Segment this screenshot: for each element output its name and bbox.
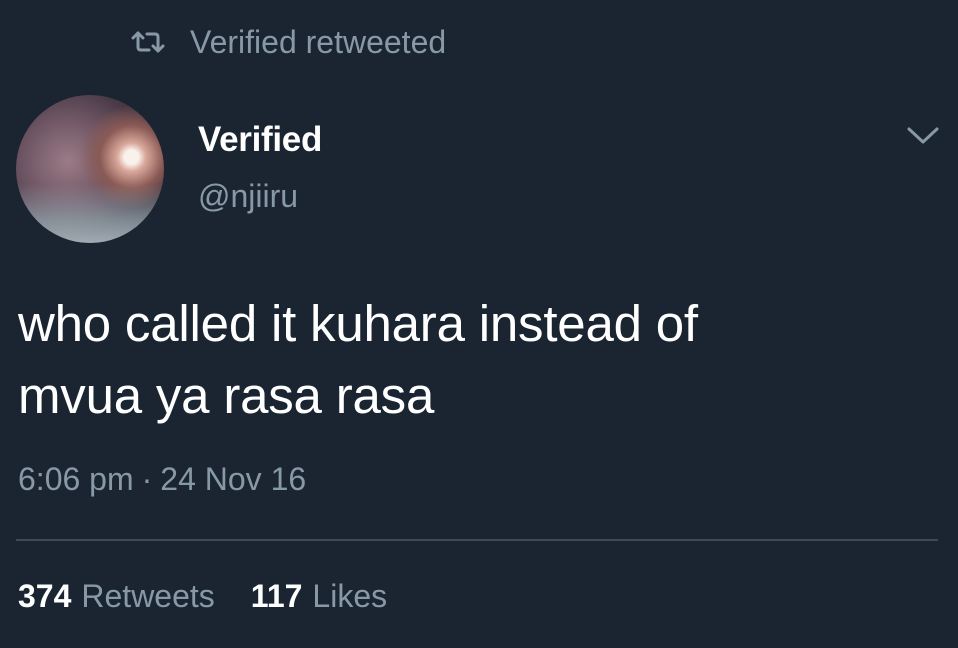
likes-label: Likes [312, 578, 388, 614]
tweet-text-line-1: who called it kuhara instead of [18, 295, 698, 352]
tweet-text: who called it kuhara instead of mvua ya … [18, 288, 938, 432]
meta-separator: · [141, 461, 153, 497]
likes-stat[interactable]: 117 Likes [251, 578, 387, 615]
tweet-time: 6:06 pm [18, 461, 134, 497]
divider [16, 539, 938, 541]
retweet-context[interactable]: Verified retweeted [130, 22, 446, 62]
likes-count: 117 [250, 578, 303, 614]
retweet-icon [130, 29, 166, 55]
retweet-context-label: Verified retweeted [190, 23, 447, 60]
chevron-down-icon[interactable] [905, 122, 941, 148]
user-handle[interactable]: @njiiru [198, 178, 298, 215]
retweets-stat[interactable]: 374 Retweets [18, 578, 215, 615]
tweet-date: 24 Nov 16 [160, 461, 307, 497]
tweet-text-line-2: mvua ya rasa rasa [18, 367, 435, 424]
tweet-timestamp[interactable]: 6:06 pm · 24 Nov 16 [18, 461, 306, 498]
retweets-count: 374 [18, 578, 72, 614]
retweets-label: Retweets [81, 578, 215, 614]
avatar[interactable] [16, 95, 164, 243]
avatar-shade [16, 183, 164, 243]
display-name[interactable]: Verified [198, 120, 322, 160]
tweet-stats: 374 Retweets 117 Likes [18, 578, 387, 615]
